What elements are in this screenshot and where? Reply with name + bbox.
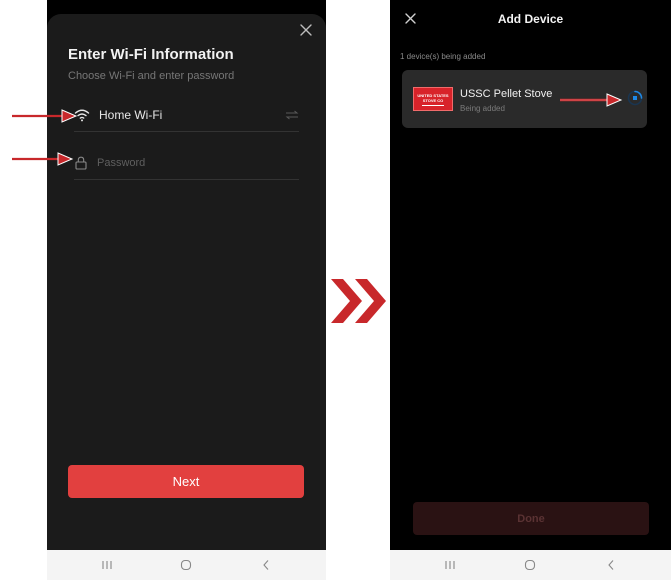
- dialog-subtitle: Choose Wi-Fi and enter password: [68, 70, 235, 82]
- home-icon[interactable]: [174, 559, 198, 571]
- password-field[interactable]: [74, 146, 299, 180]
- android-nav-bar: [47, 550, 326, 580]
- device-status: Being added: [460, 104, 505, 113]
- switch-network-icon[interactable]: [285, 110, 299, 120]
- lock-icon: [75, 156, 87, 170]
- wifi-dialog: Enter Wi-Fi Information Choose Wi-Fi and…: [47, 14, 326, 550]
- page-title: Add Device: [497, 12, 564, 26]
- device-count-text: 1 device(s) being added: [400, 52, 486, 61]
- transition-chevrons-icon: [331, 279, 386, 323]
- loading-spinner-icon: [627, 90, 643, 106]
- android-nav-bar: [390, 550, 671, 580]
- wifi-network-name: Home Wi-Fi: [99, 107, 163, 122]
- dialog-title: Enter Wi-Fi Information: [68, 46, 234, 63]
- device-card[interactable]: UNITED STATES STOVE CO USSC Pellet Stove…: [402, 70, 647, 128]
- device-name: USSC Pellet Stove: [460, 88, 553, 100]
- back-icon[interactable]: [599, 559, 623, 571]
- recent-apps-icon[interactable]: [438, 560, 462, 570]
- wifi-network-field[interactable]: Home Wi-Fi: [74, 98, 299, 132]
- logo-line-2: STOVE CO: [422, 97, 444, 103]
- next-button[interactable]: Next: [68, 465, 304, 498]
- wifi-icon: [74, 109, 90, 121]
- password-input[interactable]: [97, 156, 299, 169]
- back-icon[interactable]: [254, 559, 278, 571]
- done-button: Done: [413, 502, 649, 535]
- home-icon[interactable]: [518, 559, 542, 571]
- add-device-screen: Add Device 1 device(s) being added UNITE…: [390, 0, 671, 580]
- wifi-setup-screen: Enter Wi-Fi Information Choose Wi-Fi and…: [47, 0, 326, 580]
- close-icon[interactable]: [298, 22, 314, 38]
- recent-apps-icon[interactable]: [95, 560, 119, 570]
- device-brand-logo: UNITED STATES STOVE CO: [413, 87, 453, 111]
